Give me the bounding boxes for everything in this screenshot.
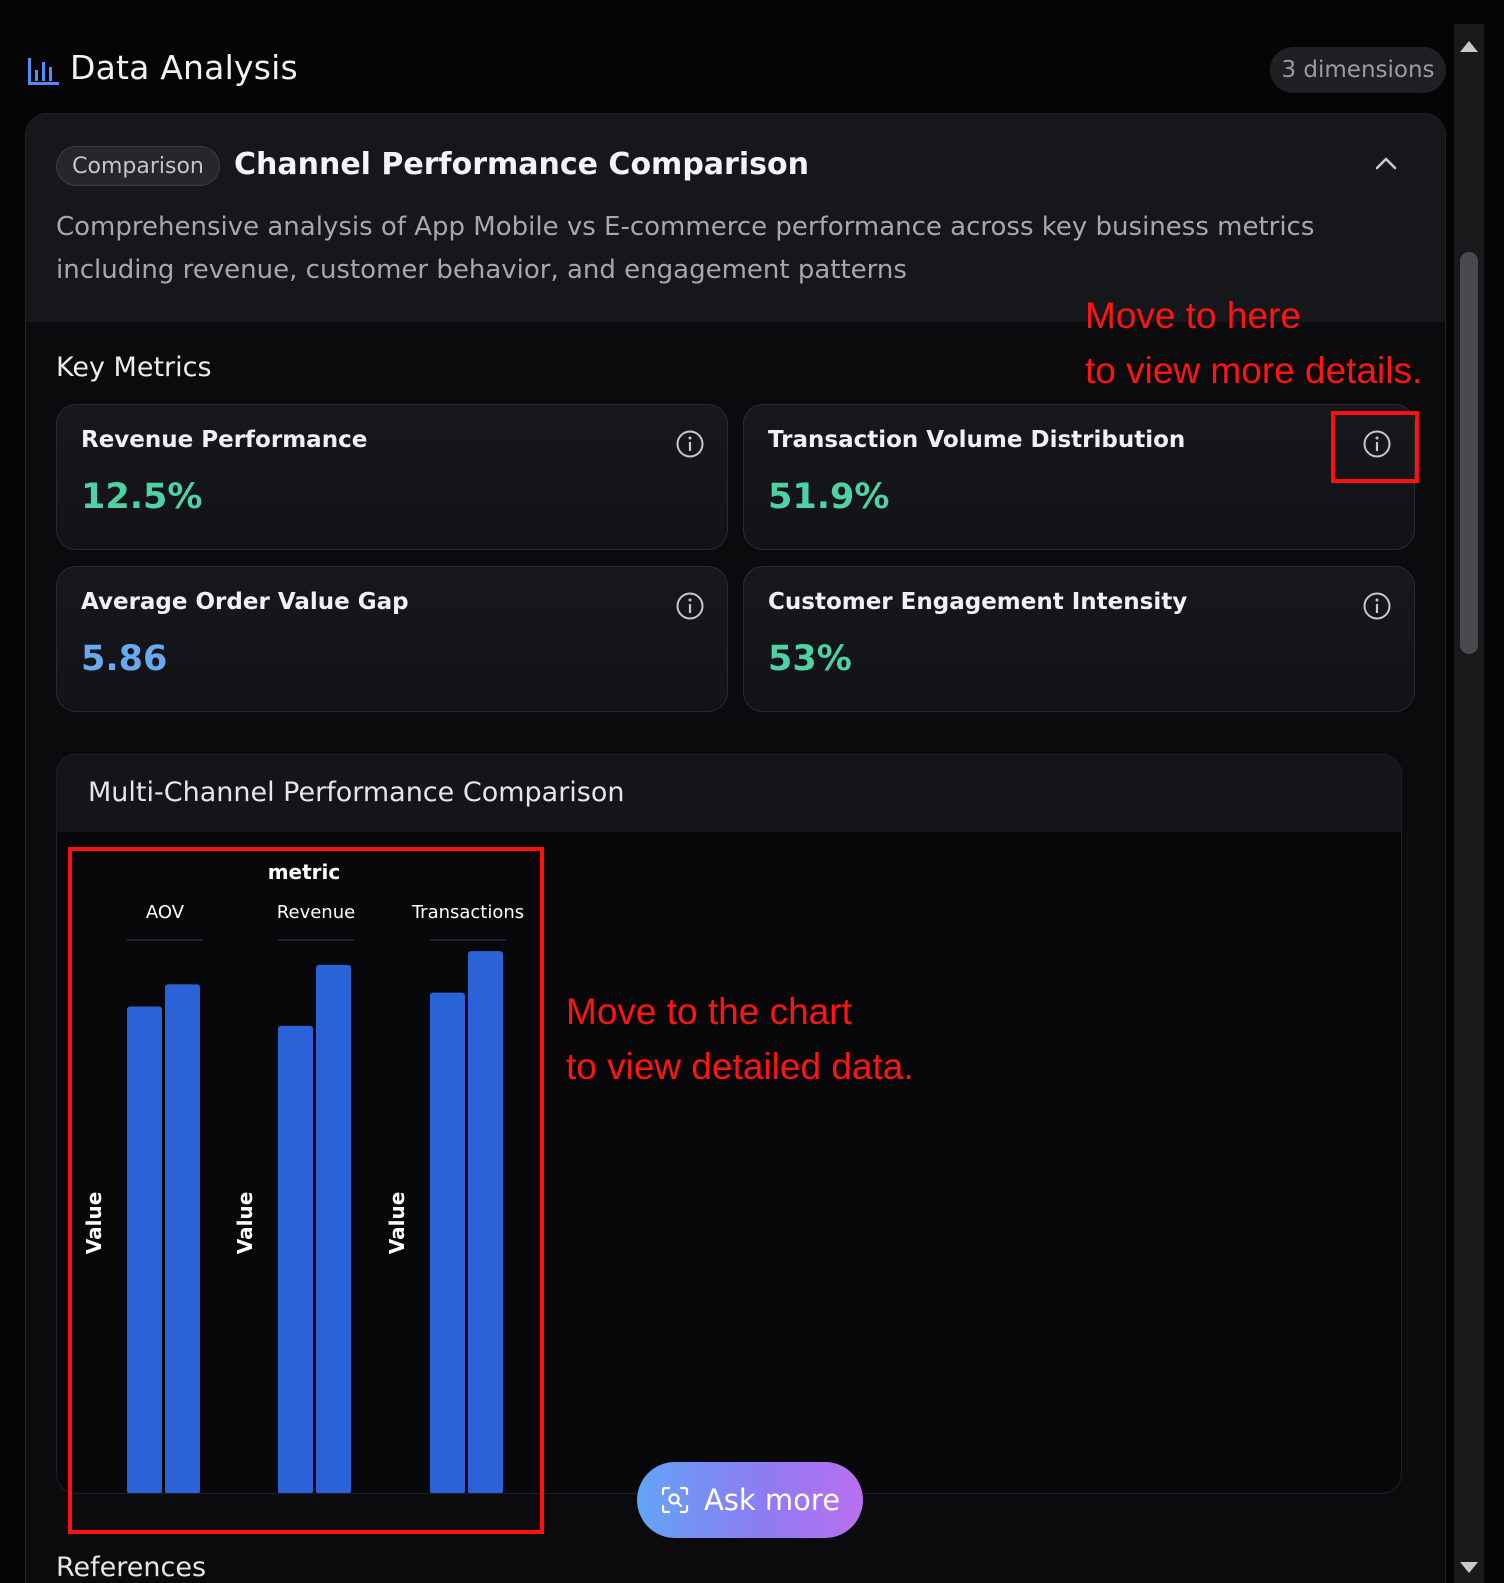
ask-more-button[interactable]: Ask more xyxy=(637,1462,863,1538)
metric-title: Customer Engagement Intensity xyxy=(768,589,1188,615)
ask-more-label: Ask more xyxy=(703,1483,841,1517)
metric-card-revenue-performance: Revenue Performance 12.5% xyxy=(56,404,728,550)
scrollbar-thumb[interactable] xyxy=(1460,252,1478,654)
metric-value: 5.86 xyxy=(81,639,168,679)
dimensions-badge: 3 dimensions xyxy=(1270,47,1446,93)
page-title: Data Analysis xyxy=(70,48,298,87)
chart-hint-line-2: to view detailed data. xyxy=(566,1046,914,1087)
metric-title: Transaction Volume Distribution xyxy=(768,427,1186,453)
info-hint-line-2: to view more details. xyxy=(1085,350,1423,391)
metric-title: Average Order Value Gap xyxy=(81,589,409,615)
metric-card-engagement-intensity: Customer Engagement Intensity 53% xyxy=(743,566,1415,712)
comparison-badge: Comparison xyxy=(56,146,220,186)
info-hint-line-1: Move to here xyxy=(1085,295,1301,336)
info-icon[interactable] xyxy=(675,429,705,459)
bar-chart-icon xyxy=(28,58,59,85)
chart-hint-line-1: Move to the chart xyxy=(566,991,852,1032)
card-description: Comprehensive analysis of App Mobile vs … xyxy=(56,212,1315,285)
chart-highlight-box xyxy=(68,847,544,1534)
info-icon[interactable] xyxy=(675,591,705,621)
scan-search-icon xyxy=(661,1486,689,1514)
chevron-up-icon[interactable] xyxy=(1371,150,1401,176)
info-icon-highlight-box xyxy=(1331,411,1419,483)
references-heading: References xyxy=(56,1552,207,1583)
metric-value: 51.9% xyxy=(768,477,890,517)
info-hint-annotation: Move to here to view more details. xyxy=(1085,288,1422,398)
info-icon[interactable] xyxy=(1362,591,1392,621)
metric-title: Revenue Performance xyxy=(81,427,368,453)
metric-value: 12.5% xyxy=(81,477,203,517)
key-metrics-label: Key Metrics xyxy=(56,352,212,383)
metric-card-transaction-volume: Transaction Volume Distribution 51.9% xyxy=(743,404,1415,550)
card-title: Channel Performance Comparison xyxy=(234,147,809,182)
scroll-up-arrow-icon[interactable] xyxy=(1458,36,1480,58)
metric-value: 53% xyxy=(768,639,852,679)
scroll-down-arrow-icon[interactable] xyxy=(1458,1556,1480,1578)
metric-card-aov-gap: Average Order Value Gap 5.86 xyxy=(56,566,728,712)
chart-hint-annotation: Move to the chart to view detailed data. xyxy=(566,984,914,1094)
